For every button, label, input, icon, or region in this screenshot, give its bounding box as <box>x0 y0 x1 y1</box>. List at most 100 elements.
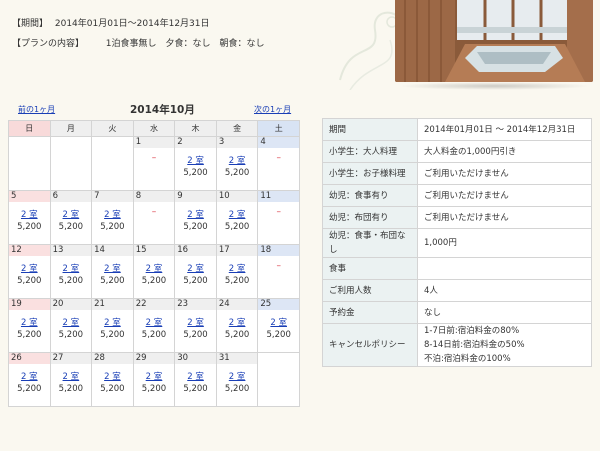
day-price: 5,200 <box>58 384 84 394</box>
detail-label: キャンセルポリシー <box>322 323 418 367</box>
rooms-available-link[interactable]: 2 室 <box>51 262 92 274</box>
day-price: 5,200 <box>100 222 125 232</box>
plan-details-table: 期間 2014年01月01日 ～ 2014年12月31日 小学生：大人料理 大人料金の… <box>322 118 592 367</box>
rooms-available-link[interactable]: 2 室 <box>9 370 50 382</box>
day-number: 2 <box>175 137 216 148</box>
detail-row: キャンセルポリシー 1-7日前:宿泊料金の80% 8-14日前:宿泊料金の50% … <box>322 323 592 367</box>
day-number: 3 <box>216 137 258 148</box>
calendar-title: 2014年10月 <box>130 104 195 116</box>
rooms-available-link[interactable]: 2 室 <box>9 262 50 274</box>
photo-shadow <box>398 82 591 90</box>
day-number: 9 <box>175 191 216 202</box>
weekday-wed: 水 <box>132 120 176 137</box>
detail-value: なし <box>417 301 592 324</box>
day-number: 17 <box>216 245 258 256</box>
rooms-available-link[interactable]: 2 室 <box>9 208 50 220</box>
calendar-day-cell: 27 2 室 5,200 <box>49 352 93 407</box>
detail-label: 幼児：布団有り <box>322 206 418 229</box>
day-price: 5,200 <box>224 330 250 340</box>
rooms-available-link[interactable]: 2 室 <box>92 370 133 382</box>
day-price: 5,200 <box>266 330 291 340</box>
calendar-empty-cell <box>257 352 300 407</box>
unavailable-mark: – <box>151 153 157 163</box>
day-number: 28 <box>92 353 133 364</box>
detail-value <box>417 257 592 280</box>
day-number: 14 <box>92 245 133 256</box>
plan-period-line: 【期間】 2014年01月01日～2014年12月31日 <box>12 16 210 29</box>
day-number: 8 <box>133 191 175 202</box>
rooms-available-link[interactable]: 2 室 <box>258 316 299 328</box>
calendar-day-cell: 5 2 室 5,200 <box>8 190 51 245</box>
day-number: 20 <box>50 299 92 310</box>
calendar-week-row: 26 2 室 5,200 27 2 室 5,200 28 2 室 5,200 29 2 室 5,200… <box>8 352 300 407</box>
prev-month-link[interactable]: 前の1ヶ月 <box>18 104 55 115</box>
unavailable-mark: – <box>276 207 281 217</box>
detail-row: 期間 2014年01月01日 ～ 2014年12月31日 <box>322 118 592 141</box>
detail-label: 小学生：大人料理 <box>322 140 418 163</box>
weekday-sat: 土 <box>257 120 300 137</box>
rooms-available-link[interactable]: 2 室 <box>51 208 92 220</box>
rooms-available-link[interactable]: 2 室 <box>134 262 175 274</box>
rooms-available-link[interactable]: 2 室 <box>217 316 258 328</box>
rooms-available-link[interactable]: 2 室 <box>134 316 175 328</box>
calendar-day-cell: 26 2 室 5,200 <box>8 352 51 407</box>
calendar-week-row: 1–2 2 室 5,200 3 2 室 5,200 4– <box>8 136 300 191</box>
rooms-available-link[interactable]: 2 室 <box>217 370 258 382</box>
availability-calendar: 日 月 火 水 木 金 土 1–2 2 室 5,200 3 2 室 5,200 4–5 2 室… <box>8 120 300 407</box>
rooms-available-link[interactable]: 2 室 <box>175 316 216 328</box>
calendar-day-cell: 28 2 室 5,200 <box>91 352 134 407</box>
calendar-week-row: 19 2 室 5,200 20 2 室 5,200 21 2 室 5,200 22 2 室 5,200… <box>8 298 300 353</box>
next-month-link[interactable]: 次の1ヶ月 <box>254 104 291 115</box>
rooms-available-link[interactable]: 2 室 <box>92 262 133 274</box>
detail-row: 食事 <box>322 257 592 280</box>
day-price: 5,200 <box>183 168 208 178</box>
day-price: 5,200 <box>224 168 250 178</box>
rooms-available-link[interactable]: 2 室 <box>51 316 92 328</box>
plan-period-label: 【期間】 <box>12 19 49 29</box>
day-number: 15 <box>133 245 175 256</box>
rooms-available-link[interactable]: 2 室 <box>134 370 175 382</box>
detail-label: 予約金 <box>322 301 418 324</box>
day-price: 5,200 <box>141 330 167 340</box>
rooms-available-link[interactable]: 2 室 <box>217 208 258 220</box>
calendar-day-cell: 20 2 室 5,200 <box>49 298 93 353</box>
rooms-available-link[interactable]: 2 室 <box>51 370 92 382</box>
rooms-available-link[interactable]: 2 室 <box>92 208 133 220</box>
day-number: 1 <box>133 137 175 148</box>
detail-value: 2014年01月01日 ～ 2014年12月31日 <box>417 118 592 141</box>
day-number: 22 <box>133 299 175 310</box>
calendar-day-cell: 25 2 室 5,200 <box>257 298 300 353</box>
rooms-available-link[interactable]: 2 室 <box>9 316 50 328</box>
rooms-available-link[interactable]: 2 室 <box>175 154 216 166</box>
rooms-available-link[interactable]: 2 室 <box>175 370 216 382</box>
day-price: 5,200 <box>100 276 125 286</box>
day-price: 5,200 <box>17 276 42 286</box>
calendar-day-cell: 10 2 室 5,200 <box>215 190 259 245</box>
calendar-week-row: 52 室 5,200 6 2 室 5,200 7 2 室 5,200 8–9 2 室 5,200 10… <box>8 190 300 245</box>
day-number: 5 <box>9 191 50 202</box>
rooms-available-link[interactable]: 2 室 <box>217 154 258 166</box>
detail-row: 小学生：大人料理 大人料金の1,000円引き <box>322 140 592 163</box>
detail-value: 大人料金の1,000円引き <box>417 140 592 163</box>
detail-label: 幼児：食事有り <box>322 184 418 207</box>
calendar-empty-cell <box>49 136 93 191</box>
rooms-available-link[interactable]: 2 室 <box>175 208 216 220</box>
calendar-day-cell: 4– <box>257 136 300 191</box>
calendar-day-cell: 18 – <box>257 244 300 299</box>
rooms-available-link[interactable]: 2 室 <box>217 262 258 274</box>
calendar-day-cell: 19 2 室 5,200 <box>8 298 51 353</box>
day-number: 29 <box>133 353 175 364</box>
room-photo <box>395 0 593 82</box>
day-number: 4 <box>258 137 299 148</box>
day-price: 5,200 <box>183 222 208 232</box>
rooms-available-link[interactable]: 2 室 <box>92 316 133 328</box>
detail-row: 小学生：お子様料理 ご利用いただけません <box>322 162 592 185</box>
day-number: 30 <box>175 353 216 364</box>
calendar-day-cell: 15 2 室 5,200 <box>132 244 176 299</box>
day-number: 25 <box>258 299 299 310</box>
plan-period-value: 2014年01月01日～2014年12月31日 <box>54 19 210 29</box>
day-number: 31 <box>216 353 258 364</box>
day-price: 5,200 <box>224 222 250 232</box>
plan-content-label: 【プランの内容】 <box>12 39 85 49</box>
rooms-available-link[interactable]: 2 室 <box>175 262 216 274</box>
